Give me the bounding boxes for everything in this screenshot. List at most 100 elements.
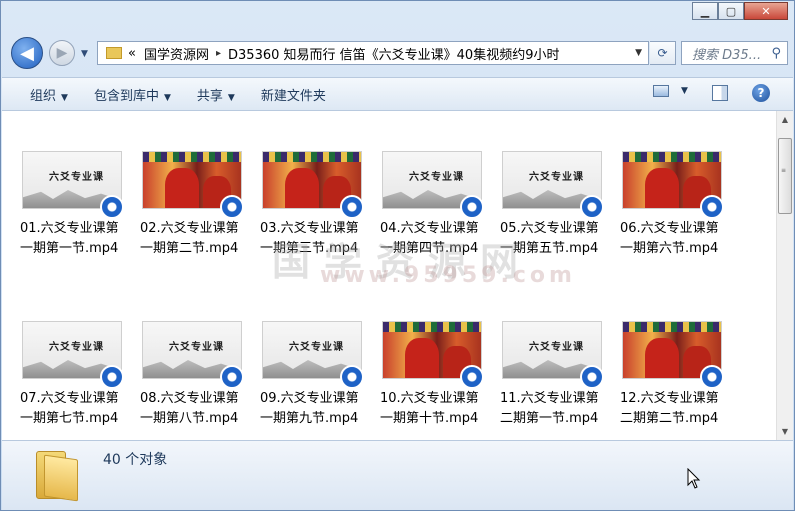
file-name: 06.六爻专业课第 一期第六节.mp4 bbox=[620, 219, 730, 259]
forward-arrow-icon: ▶ bbox=[56, 45, 68, 61]
explorer-window: ▁ ▢ ✕ ◀ ▶ ▼ « 国学资源网 ▸ D35360 知易而行 信笛《六爻专… bbox=[0, 0, 795, 511]
file-item[interactable]: 六爻专业课 08.六爻专业课第 一期第八节.mp4 bbox=[140, 321, 250, 429]
command-bar: 组织 ▼ 包含到库中 ▼ 共享 ▼ 新建文件夹 ▼ ? bbox=[2, 77, 793, 111]
file-thumbnail[interactable]: 六爻专业课 bbox=[380, 151, 490, 219]
file-name-line: 02.六爻专业课第 bbox=[140, 221, 239, 236]
breadcrumb-item[interactable]: D35360 知易而行 信笛《六爻专业课》40集视频约9小时 bbox=[228, 44, 559, 63]
vertical-scrollbar[interactable]: ▲ ≡ ▼ bbox=[776, 111, 793, 440]
change-view-icon bbox=[653, 85, 669, 97]
file-name-line: 03.六爻专业课第 bbox=[260, 221, 359, 236]
recent-pages-dropdown[interactable]: ▼ bbox=[81, 49, 88, 59]
search-icon[interactable]: ⚲ bbox=[771, 46, 781, 61]
file-thumbnail[interactable]: 六爻专业课 bbox=[500, 151, 610, 219]
share-menu[interactable]: 共享 ▼ bbox=[197, 85, 235, 104]
file-name: 07.六爻专业课第 一期第七节.mp4 bbox=[20, 389, 130, 429]
breadcrumb-item[interactable]: 国学资源网 bbox=[144, 44, 209, 63]
file-item[interactable]: 02.六爻专业课第 一期第二节.mp4 bbox=[140, 151, 250, 259]
file-thumbnail[interactable] bbox=[620, 321, 730, 389]
include-in-library-label: 包含到库中 bbox=[93, 88, 159, 104]
scroll-down-button[interactable]: ▼ bbox=[777, 423, 793, 440]
file-thumbnail[interactable] bbox=[380, 321, 490, 389]
video-player-icon bbox=[460, 195, 484, 219]
video-player-icon bbox=[340, 365, 364, 389]
video-player-icon bbox=[100, 195, 124, 219]
file-name-line: 09.六爻专业课第 bbox=[260, 391, 359, 406]
breadcrumb-separator-icon[interactable]: ▸ bbox=[216, 48, 221, 59]
minimize-button[interactable]: ▁ bbox=[692, 2, 718, 20]
file-item[interactable]: 六爻专业课 05.六爻专业课第 一期第五节.mp4 bbox=[500, 151, 610, 259]
file-item[interactable]: 12.六爻专业课第 二期第二节.mp4 bbox=[620, 321, 730, 429]
preview-pane-icon bbox=[712, 85, 728, 101]
file-thumbnail[interactable] bbox=[620, 151, 730, 219]
file-thumbnail[interactable]: 六爻专业课 bbox=[20, 151, 130, 219]
view-options-button[interactable]: ▼ bbox=[653, 85, 688, 97]
scroll-up-button[interactable]: ▲ bbox=[777, 111, 793, 128]
maximize-button[interactable]: ▢ bbox=[718, 2, 744, 20]
chevron-down-icon: ▼ bbox=[163, 92, 171, 103]
address-dropdown-icon[interactable]: ▼ bbox=[635, 48, 642, 58]
file-name-line: 12.六爻专业课第 bbox=[620, 391, 719, 406]
file-name: 11.六爻专业课第 二期第一节.mp4 bbox=[500, 389, 610, 429]
search-placeholder: 搜索 D35... bbox=[692, 47, 762, 63]
file-name-line: 01.六爻专业课第 bbox=[20, 221, 119, 236]
file-name: 08.六爻专业课第 一期第八节.mp4 bbox=[140, 389, 250, 429]
file-thumbnail[interactable] bbox=[260, 151, 370, 219]
file-list-view[interactable]: 六爻专业课 01.六爻专业课第 一期第一节.mp4 02.六爻专业课第 一期第二节.mp… bbox=[2, 111, 793, 440]
close-button[interactable]: ✕ bbox=[744, 2, 788, 20]
file-name-line: 一期第九节.mp4 bbox=[260, 411, 359, 426]
video-player-icon bbox=[580, 365, 604, 389]
chevron-down-icon: ▼ bbox=[227, 92, 235, 103]
file-name-line: 一期第四节.mp4 bbox=[380, 241, 479, 256]
share-label: 共享 bbox=[196, 88, 223, 104]
file-name-line: 一期第七节.mp4 bbox=[20, 411, 119, 426]
file-name-line: 二期第一节.mp4 bbox=[500, 411, 599, 426]
file-thumbnail[interactable]: 六爻专业课 bbox=[500, 321, 610, 389]
navigation-bar: ◀ ▶ ▼ « 国学资源网 ▸ D35360 知易而行 信笛《六爻专业课》40集… bbox=[1, 33, 794, 71]
search-input[interactable]: 搜索 D35... ⚲ bbox=[681, 41, 788, 65]
scroll-thumb[interactable] bbox=[778, 138, 792, 214]
file-item[interactable]: 06.六爻专业课第 一期第六节.mp4 bbox=[620, 151, 730, 259]
forward-button[interactable]: ▶ bbox=[49, 40, 75, 66]
file-name: 02.六爻专业课第 一期第二节.mp4 bbox=[140, 219, 250, 259]
file-item[interactable]: 六爻专业课 11.六爻专业课第 二期第一节.mp4 bbox=[500, 321, 610, 429]
back-button[interactable]: ◀ bbox=[11, 37, 43, 69]
file-item[interactable]: 10.六爻专业课第 一期第十节.mp4 bbox=[380, 321, 490, 429]
file-thumbnail[interactable]: 六爻专业课 bbox=[260, 321, 370, 389]
organize-menu[interactable]: 组织 ▼ bbox=[30, 85, 68, 104]
file-name-line: 07.六爻专业课第 bbox=[20, 391, 119, 406]
file-name-line: 一期第十节.mp4 bbox=[380, 411, 479, 426]
file-name-line: 二期第二节.mp4 bbox=[620, 411, 719, 426]
file-name-line: 08.六爻专业课第 bbox=[140, 391, 239, 406]
video-player-icon bbox=[700, 195, 724, 219]
help-button[interactable]: ? bbox=[752, 84, 770, 102]
watermark-url: www.95959.com bbox=[320, 263, 576, 288]
file-name-line: 05.六爻专业课第 bbox=[500, 221, 599, 236]
address-bar[interactable]: « 国学资源网 ▸ D35360 知易而行 信笛《六爻专业课》40集视频约9小时… bbox=[97, 41, 649, 65]
include-in-library-menu[interactable]: 包含到库中 ▼ bbox=[94, 85, 171, 104]
large-folder-icon bbox=[36, 451, 78, 502]
file-thumbnail[interactable] bbox=[140, 151, 250, 219]
chevron-down-icon[interactable]: ▼ bbox=[681, 86, 688, 96]
file-name: 04.六爻专业课第 一期第四节.mp4 bbox=[380, 219, 490, 259]
file-name-line: 10.六爻专业课第 bbox=[380, 391, 479, 406]
new-folder-button[interactable]: 新建文件夹 bbox=[261, 85, 326, 104]
file-name-line: 一期第二节.mp4 bbox=[140, 241, 239, 256]
file-name: 12.六爻专业课第 二期第二节.mp4 bbox=[620, 389, 730, 429]
file-item[interactable]: 03.六爻专业课第 一期第三节.mp4 bbox=[260, 151, 370, 259]
chevron-down-icon: ▼ bbox=[61, 92, 68, 103]
refresh-button[interactable]: ⟳ bbox=[650, 41, 676, 65]
file-item[interactable]: 六爻专业课 01.六爻专业课第 一期第一节.mp4 bbox=[20, 151, 130, 259]
file-item[interactable]: 六爻专业课 04.六爻专业课第 一期第四节.mp4 bbox=[380, 151, 490, 259]
thumbnail-title-text: 六爻专业课 bbox=[409, 172, 464, 183]
preview-pane-button[interactable] bbox=[712, 85, 728, 101]
address-overflow[interactable]: « bbox=[128, 46, 136, 61]
file-item[interactable]: 六爻专业课 09.六爻专业课第 一期第九节.mp4 bbox=[260, 321, 370, 429]
grip-icon: ≡ bbox=[781, 167, 787, 174]
file-thumbnail[interactable]: 六爻专业课 bbox=[20, 321, 130, 389]
item-count: 40 个对象 bbox=[103, 452, 168, 468]
video-player-icon bbox=[100, 365, 124, 389]
file-thumbnail[interactable]: 六爻专业课 bbox=[140, 321, 250, 389]
video-player-icon bbox=[700, 365, 724, 389]
file-name-line: 04.六爻专业课第 bbox=[380, 221, 479, 236]
file-item[interactable]: 六爻专业课 07.六爻专业课第 一期第七节.mp4 bbox=[20, 321, 130, 429]
